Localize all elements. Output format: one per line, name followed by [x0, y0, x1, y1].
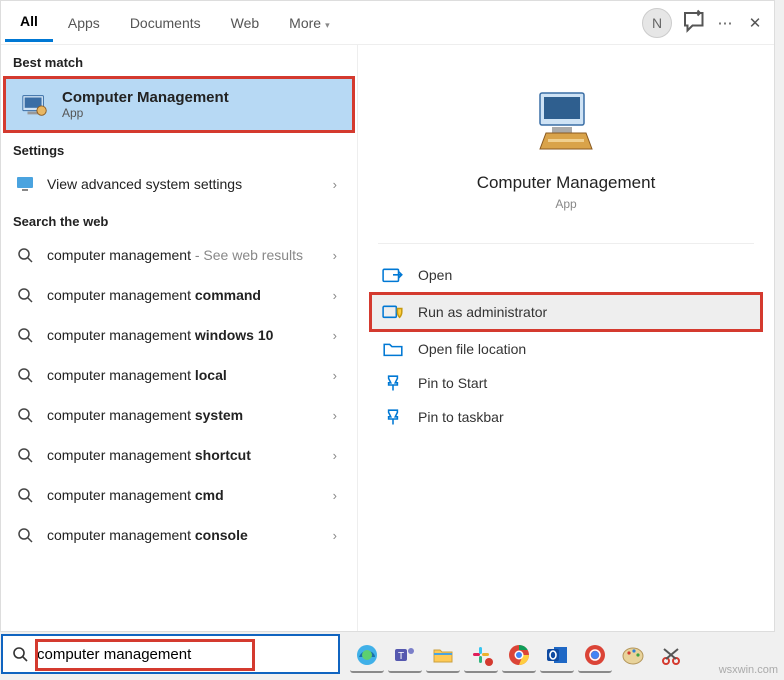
tab-web[interactable]: Web: [216, 5, 275, 41]
chevron-right-icon: ›: [333, 488, 343, 503]
search-icon: [3, 646, 37, 662]
feedback-icon[interactable]: [680, 8, 710, 38]
open-icon: [382, 266, 404, 284]
tab-apps[interactable]: Apps: [53, 5, 115, 41]
search-icon: [15, 525, 35, 545]
best-match-result[interactable]: Computer Management App: [3, 76, 355, 133]
search-icon: [15, 405, 35, 425]
best-match-title: Computer Management: [62, 89, 229, 106]
action-label: Pin to Start: [418, 375, 487, 391]
tab-documents[interactable]: Documents: [115, 5, 216, 41]
search-icon: [15, 245, 35, 265]
web-result-label: computer management command: [47, 287, 333, 303]
preview-subtitle: App: [378, 197, 754, 211]
taskbar-snip-icon[interactable]: [654, 639, 688, 673]
taskbar-teams-icon[interactable]: T: [388, 639, 422, 673]
pin-icon: [382, 374, 404, 392]
web-result-3[interactable]: computer management windows 10 ›: [1, 315, 357, 355]
taskbar: T: [344, 636, 694, 676]
action-label: Pin to taskbar: [418, 409, 504, 425]
search-web-heading: Search the web: [1, 204, 357, 235]
web-result-label: computer management windows 10: [47, 327, 333, 343]
taskbar-edge-icon[interactable]: [350, 639, 384, 673]
chevron-right-icon: ›: [333, 328, 343, 343]
action-label: Open: [418, 267, 452, 283]
search-panel: All Apps Documents Web More▾ N ⋯ ✕ Best …: [0, 0, 775, 632]
chevron-right-icon: ›: [333, 177, 343, 192]
web-result-label: computer management console: [47, 527, 333, 543]
chevron-down-icon: ▾: [325, 20, 330, 30]
web-result-label: computer management - See web results: [47, 247, 333, 263]
best-match-subtitle: App: [62, 106, 229, 120]
preview-title: Computer Management: [378, 173, 754, 193]
search-input[interactable]: [37, 636, 338, 672]
action-label: Run as administrator: [418, 304, 547, 320]
web-result-7[interactable]: computer management cmd ›: [1, 475, 357, 515]
web-result-2[interactable]: computer management command ›: [1, 275, 357, 315]
preview-pane: Computer Management App Open Run as admi…: [358, 45, 774, 631]
computer-management-icon: [20, 90, 50, 120]
settings-row-label: View advanced system settings: [47, 176, 333, 192]
action-list: Open Run as administrator Open file loca…: [358, 252, 774, 440]
chevron-right-icon: ›: [333, 368, 343, 383]
computer-management-large-icon: [528, 83, 604, 159]
taskbar-explorer-icon[interactable]: [426, 639, 460, 673]
chevron-right-icon: ›: [333, 528, 343, 543]
pin-icon: [382, 408, 404, 426]
taskbar-outlook-icon[interactable]: [540, 639, 574, 673]
chevron-right-icon: ›: [333, 448, 343, 463]
action-open-file-location[interactable]: Open file location: [372, 332, 760, 366]
search-icon: [15, 365, 35, 385]
taskbar-slack-icon[interactable]: [464, 639, 498, 673]
web-result-label: computer management shortcut: [47, 447, 333, 463]
shield-admin-icon: [382, 303, 404, 321]
user-avatar[interactable]: N: [642, 8, 672, 38]
chevron-right-icon: ›: [333, 248, 343, 263]
web-result-label: computer management system: [47, 407, 333, 423]
action-pin-taskbar[interactable]: Pin to taskbar: [372, 400, 760, 434]
action-open[interactable]: Open: [372, 258, 760, 292]
search-icon: [15, 445, 35, 465]
search-icon: [15, 285, 35, 305]
taskbar-chrome-icon[interactable]: [502, 639, 536, 673]
web-result-4[interactable]: computer management local ›: [1, 355, 357, 395]
svg-text:T: T: [398, 651, 404, 662]
more-icon[interactable]: ⋯: [710, 8, 740, 38]
web-result-label: computer management cmd: [47, 487, 333, 503]
web-result-label: computer management local: [47, 367, 333, 383]
web-result-6[interactable]: computer management shortcut ›: [1, 435, 357, 475]
tab-all[interactable]: All: [5, 3, 53, 42]
tab-more[interactable]: More▾: [274, 5, 344, 41]
taskbar-chrome2-icon[interactable]: [578, 639, 612, 673]
settings-heading: Settings: [1, 133, 357, 164]
search-bar[interactable]: [1, 634, 340, 674]
best-match-heading: Best match: [1, 45, 357, 76]
folder-location-icon: [382, 340, 404, 358]
taskbar-paint-icon[interactable]: [616, 639, 650, 673]
action-pin-start[interactable]: Pin to Start: [372, 366, 760, 400]
chevron-right-icon: ›: [333, 288, 343, 303]
search-icon: [15, 325, 35, 345]
chevron-right-icon: ›: [333, 408, 343, 423]
web-result-1[interactable]: computer management - See web results ›: [1, 235, 357, 275]
action-label: Open file location: [418, 341, 526, 357]
watermark: wsxwin.com: [719, 664, 778, 676]
results-list: Best match Computer Management App Setti…: [1, 45, 358, 631]
monitor-icon: [15, 174, 35, 194]
close-icon[interactable]: ✕: [740, 8, 770, 38]
web-result-8[interactable]: computer management console ›: [1, 515, 357, 555]
web-result-5[interactable]: computer management system ›: [1, 395, 357, 435]
search-icon: [15, 485, 35, 505]
action-run-as-admin[interactable]: Run as administrator: [369, 292, 763, 332]
settings-advanced-system[interactable]: View advanced system settings ›: [1, 164, 357, 204]
scope-tabs: All Apps Documents Web More▾ N ⋯ ✕: [1, 1, 774, 45]
